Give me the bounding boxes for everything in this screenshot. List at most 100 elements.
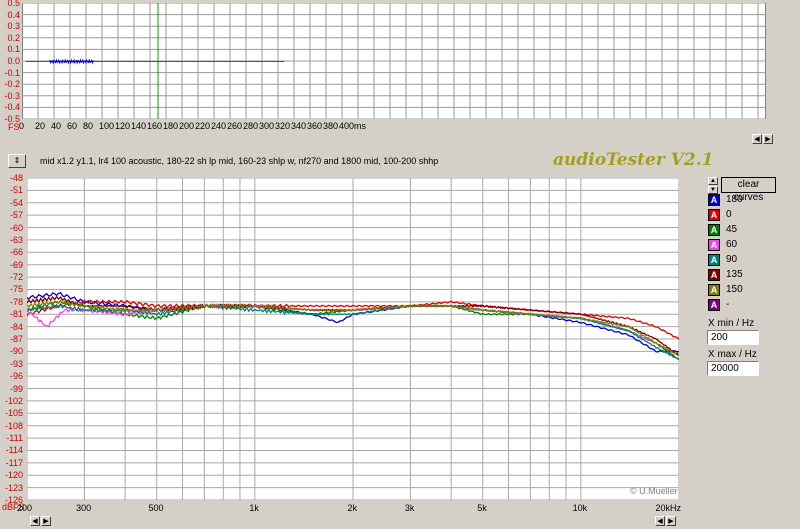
xmax-label: X max / Hz: [708, 349, 757, 360]
chart-x-tick: 20kHz: [655, 503, 682, 513]
chart-x-tick: 10k: [572, 503, 588, 513]
scope-x-tick: 220: [195, 121, 211, 131]
scope-y-tick: 0.2: [7, 32, 20, 43]
curve-color-icon[interactable]: A: [708, 284, 720, 296]
scope-x-tick: 360: [307, 121, 323, 131]
scope-x-tick: 120: [115, 121, 131, 131]
scope-scroll-left-button[interactable]: ◀: [752, 134, 762, 144]
chart-y-tick: -99: [9, 383, 23, 394]
legend-item[interactable]: A 45: [708, 224, 778, 238]
scope-y-tick: -0.3: [4, 90, 20, 101]
legend-label: 0: [726, 209, 732, 220]
scope-x-tick: 400ms: [339, 121, 367, 131]
curve-color-icon[interactable]: A: [708, 209, 720, 221]
scope-x-tick: 280: [243, 121, 259, 131]
legend-item[interactable]: A 135: [708, 269, 778, 283]
scope-x-tick: 40: [51, 121, 62, 131]
legend-label: -: [726, 299, 730, 310]
chart-scroll-left-button[interactable]: ◀: [30, 516, 40, 526]
curve-color-icon[interactable]: A: [708, 254, 720, 266]
scope-x-tick: 160: [147, 121, 163, 131]
legend-item[interactable]: A-: [708, 299, 778, 313]
scope-x-tick: 0: [19, 121, 25, 131]
clear-curves-button[interactable]: clear curves: [721, 177, 776, 203]
scope-y-tick: 0.5: [7, 0, 20, 8]
scope-y-tick: 0.4: [7, 9, 20, 20]
scope-y-tick: 0.1: [7, 44, 20, 55]
legend-item[interactable]: A 150: [708, 284, 778, 298]
chart-y-tick: -54: [9, 197, 23, 208]
scope-x-tick: 200: [179, 121, 195, 131]
chart-y-tick: -63: [9, 234, 23, 245]
chart-y-tick: -51: [9, 185, 23, 196]
chart-y-tick: -75: [9, 284, 23, 295]
chart-y-tick: -120: [4, 470, 23, 481]
scope-panel: FS 0.5 0.4 0.3 0.2 0.1 0.0 -0.1 -0.2 -0.3 -0.4 -0.…: [0, 0, 800, 150]
legend-label: 60: [726, 239, 738, 250]
scope-y-tick: -0.2: [4, 79, 20, 90]
curve-color-icon[interactable]: A: [708, 269, 720, 281]
scope-x-tick: 300: [259, 121, 275, 131]
chart-zoom-right-button[interactable]: ▶: [666, 516, 676, 526]
chart-y-tick: -96: [9, 371, 23, 382]
legend-scroll-down-button[interactable]: ▼: [708, 186, 718, 194]
scope-scroll-right-button[interactable]: ▶: [763, 134, 773, 144]
chart-y-tick: -84: [9, 321, 23, 332]
legend-label: 180: [726, 194, 743, 205]
chart-y-tick: -87: [9, 334, 23, 344]
chart-y-tick: -105: [4, 408, 23, 419]
chart-x-tick: 200: [17, 503, 33, 513]
chart-y-tick: -93: [9, 358, 23, 369]
curve-color-icon[interactable]: A: [708, 239, 720, 251]
scope-y-tick: 0.3: [7, 21, 20, 32]
chart-y-tick: -48: [9, 173, 23, 183]
info-toggle-button[interactable]: ⇕: [8, 154, 26, 168]
legend-item[interactable]: A 180: [708, 194, 778, 208]
chart-x-tick: 300: [76, 503, 92, 513]
scope-x-tick: 380: [323, 121, 339, 131]
xmin-field[interactable]: 200: [707, 330, 759, 345]
chart-zoom-left-button[interactable]: ◀: [655, 516, 665, 526]
chart-y-tick: -78: [9, 296, 23, 307]
scope-plot: [22, 3, 766, 119]
app-title: audioTester V2.1: [553, 150, 714, 170]
chart-x-tick: 500: [148, 503, 164, 513]
curve-color-icon[interactable]: A: [708, 194, 720, 206]
curve-color-icon[interactable]: A: [708, 224, 720, 236]
chart-scroll-right-button[interactable]: ▶: [41, 516, 51, 526]
legend-label: 150: [726, 284, 743, 295]
scope-y-tick: -0.4: [4, 102, 20, 113]
chart-y-tick: -66: [9, 247, 23, 258]
legend-item[interactable]: A 90: [708, 254, 778, 268]
scope-x-tick: 80: [83, 121, 94, 131]
chart-y-tick: -111: [6, 433, 23, 444]
scope-x-tick: 20: [35, 121, 46, 131]
legend-scroll-up-button[interactable]: ▲: [708, 177, 718, 185]
frequency-response-plot: [27, 178, 679, 500]
chart-x-tick: 3k: [404, 503, 415, 513]
scope-y-tick: -0.1: [4, 67, 20, 78]
scope-x-tick: 260: [227, 121, 243, 131]
chart-y-tick: -69: [9, 259, 23, 270]
chart-x-tick: 5k: [477, 503, 487, 513]
legend-item[interactable]: A0: [708, 209, 778, 223]
credit-label: © U.Mueller: [630, 486, 678, 496]
chart-y-tick: -114: [5, 445, 23, 456]
scope-x-tick: 180: [163, 121, 179, 131]
chart-x-tick: 1k: [249, 503, 259, 513]
legend-label: 45: [726, 224, 738, 235]
scope-y-tick: -0.5: [4, 114, 20, 124]
info-text: mid x1.2 y1.1, lr4 100 acoustic, 180-22 …: [40, 156, 439, 166]
curve-color-icon[interactable]: A: [708, 299, 720, 311]
scope-x-tick: 320: [275, 121, 291, 131]
chart-y-tick: -81: [9, 309, 23, 320]
legend-label: 135: [726, 269, 743, 280]
legend-label: 90: [726, 254, 738, 265]
chart-y-tick: -57: [9, 210, 23, 221]
legend-item[interactable]: A 60: [708, 239, 778, 253]
chart-y-tick: -90: [9, 346, 23, 357]
scope-x-tick: 140: [131, 121, 147, 131]
chart-x-tick: 2k: [347, 503, 358, 513]
scope-x-tick: 100: [99, 121, 115, 131]
xmax-field[interactable]: 20000: [707, 361, 759, 376]
